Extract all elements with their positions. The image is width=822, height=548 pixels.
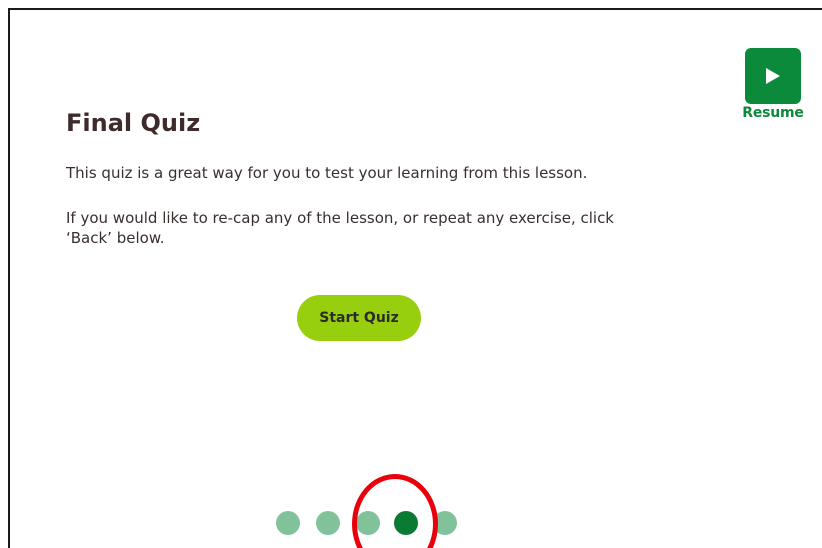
resume-icon-box[interactable] bbox=[745, 48, 801, 104]
pagination-dot-3[interactable] bbox=[356, 511, 380, 535]
resume-label: Resume bbox=[742, 105, 804, 121]
start-quiz-button[interactable]: Start Quiz bbox=[297, 295, 421, 341]
play-icon bbox=[766, 68, 780, 84]
pagination-dot-2[interactable] bbox=[316, 511, 340, 535]
resume-button[interactable]: Resume bbox=[737, 48, 809, 121]
page-title: Final Quiz bbox=[66, 109, 201, 137]
pagination-dot-1[interactable] bbox=[276, 511, 300, 535]
pagination-dot-5[interactable] bbox=[433, 511, 457, 535]
pagination-dot-4[interactable] bbox=[394, 511, 418, 535]
slide-frame bbox=[8, 8, 822, 548]
intro-text: This quiz is a great way for you to test… bbox=[66, 164, 588, 182]
back-instructions-text: If you would like to re-cap any of the l… bbox=[66, 209, 614, 247]
